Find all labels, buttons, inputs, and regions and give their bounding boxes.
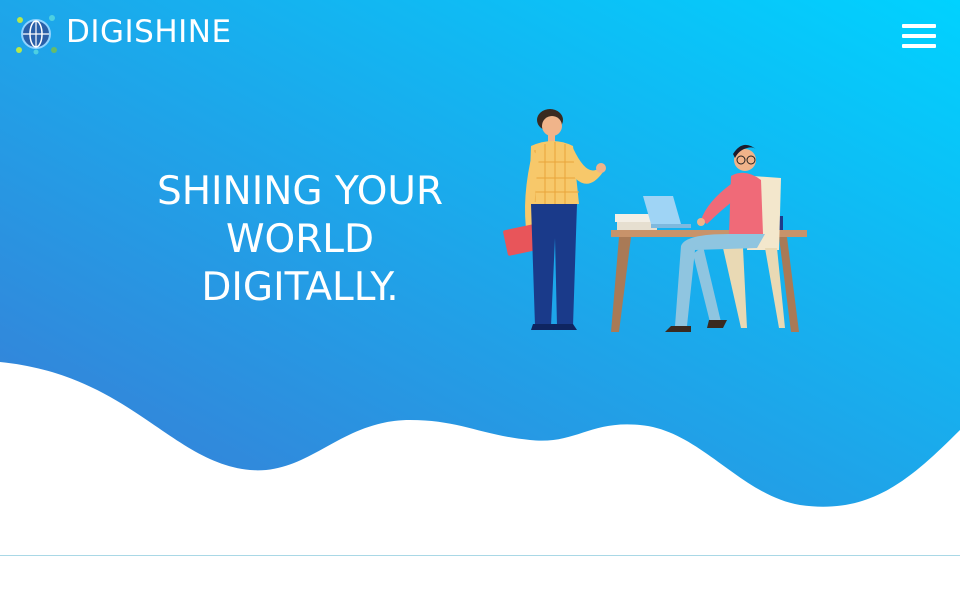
brand-name: DIGISHINE [66,13,232,50]
globe-network-icon [16,15,57,55]
hamburger-menu-icon [902,24,936,48]
sitting-person [665,144,785,332]
hamburger-menu-button[interactable] [902,24,936,52]
hero-section: DIGISHINE SHINING YOUR WORLD DIGITALLY. [0,0,960,600]
headline-line-2: WORLD [225,217,375,263]
standing-person [503,109,606,330]
section-divider [0,555,960,556]
headline-line-1: SHINING YOUR [156,169,444,215]
headline-line-3: DIGITALLY. [201,265,399,311]
brand-logo[interactable]: DIGISHINE [14,12,232,56]
people-working-illustration [503,109,807,332]
hero-headline: SHINING YOUR WORLD DIGITALLY. [140,168,460,312]
